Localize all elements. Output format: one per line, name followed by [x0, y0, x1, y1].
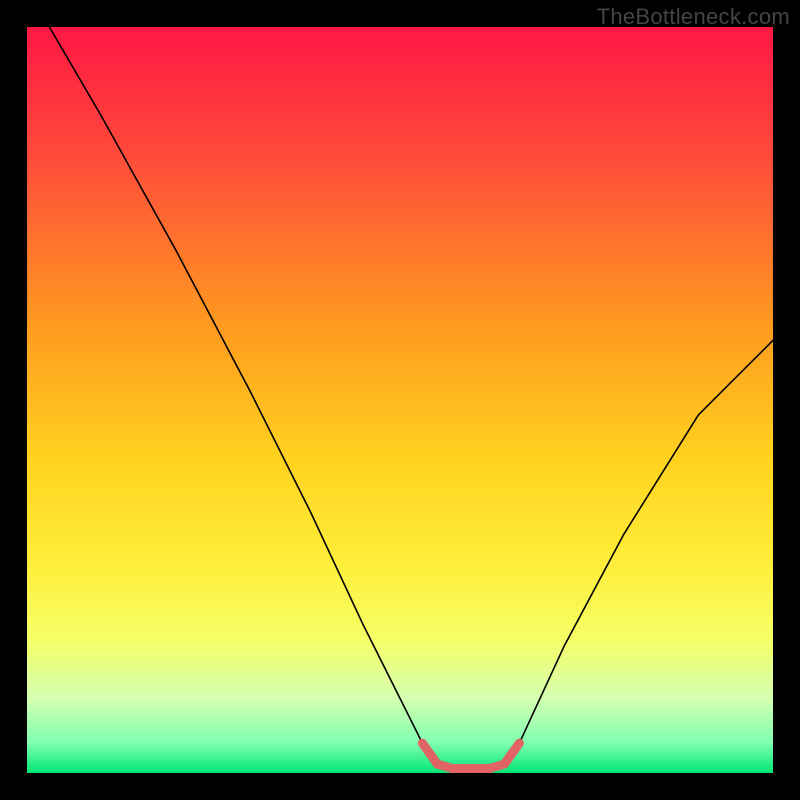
watermark-text: TheBottleneck.com: [597, 4, 790, 30]
bottleneck-chart: [27, 27, 773, 773]
chart-svg: [27, 27, 773, 773]
gradient-background: [27, 27, 773, 773]
